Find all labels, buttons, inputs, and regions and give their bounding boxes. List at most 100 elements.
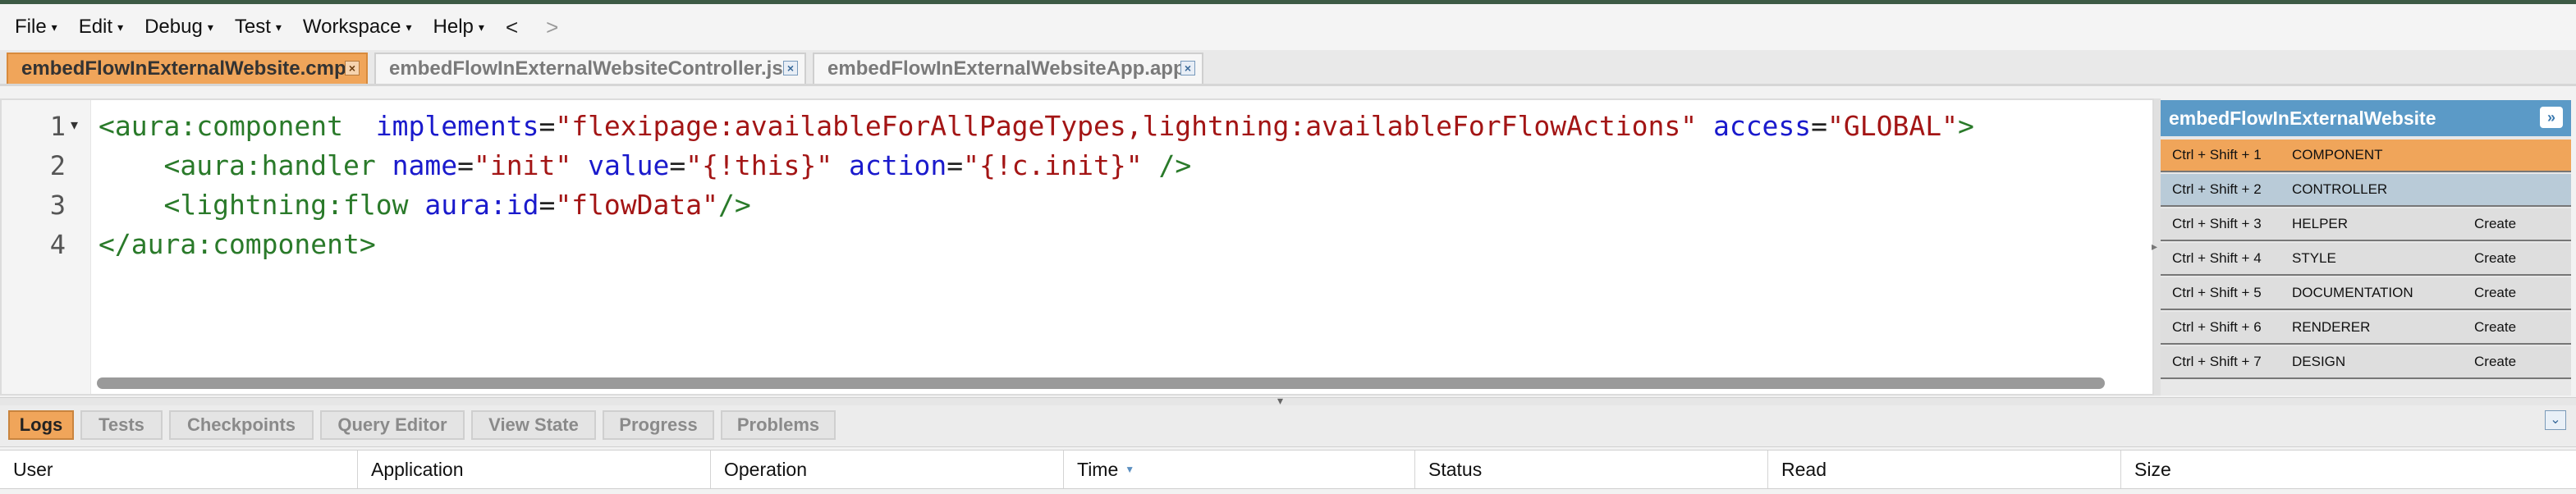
code-token-str: "flowData" <box>555 189 718 221</box>
caret-down-icon: ▾ <box>51 20 57 34</box>
caret-down-icon: ▾ <box>275 20 282 34</box>
column-status[interactable]: Status <box>1415 451 1768 488</box>
code-line[interactable]: </aura:component> <box>99 225 376 264</box>
bundle-row-helper[interactable]: Ctrl + Shift + 3 HELPER Create <box>2161 208 2571 241</box>
back-arrow-icon[interactable]: < <box>506 15 518 40</box>
fold-arrow-icon[interactable]: ▾ <box>71 117 78 134</box>
bundle-row-style[interactable]: Ctrl + Shift + 4 STYLE Create <box>2161 243 2571 276</box>
code-token-tag: /> <box>718 189 751 221</box>
code-token-eq: = <box>457 149 474 181</box>
code-line[interactable]: <lightning:flow aura:id="flowData"/> <box>99 185 751 225</box>
code-token-tag: </aura:component> <box>99 228 376 260</box>
code-token-eq <box>1697 110 1713 142</box>
tab-cmp-file[interactable]: embedFlowInExternalWebsite.cmp × <box>7 53 368 84</box>
menu-debug[interactable]: Debug ▾ <box>144 16 213 39</box>
code-token-attr: value <box>588 149 670 181</box>
menu-file-label: File <box>15 16 47 38</box>
menu-edit[interactable]: Edit ▾ <box>79 16 123 39</box>
forward-arrow-icon[interactable]: > <box>546 15 558 40</box>
tab-checkpoints[interactable]: Checkpoints <box>169 410 314 440</box>
bundle-row-component[interactable]: Ctrl + Shift + 1 COMPONENT <box>2161 140 2571 172</box>
code-token-str: "init" <box>473 149 572 181</box>
expand-handle-icon[interactable]: ▸ <box>2152 240 2157 254</box>
shortcut-label: Ctrl + Shift + 6 <box>2172 319 2262 335</box>
code-line[interactable]: <aura:handler name="init" value="{!this}… <box>99 146 1191 185</box>
tab-tests[interactable]: Tests <box>80 410 163 440</box>
caret-down-icon: ▾ <box>207 20 213 34</box>
tab-progress[interactable]: Progress <box>603 410 714 440</box>
bundle-row-renderer[interactable]: Ctrl + Shift + 6 RENDERER Create <box>2161 312 2571 345</box>
bottom-tab-bar: Logs Tests Checkpoints Query Editor View… <box>0 405 2576 447</box>
tab-query-editor[interactable]: Query Editor <box>320 410 465 440</box>
line-number: 1 <box>49 111 66 142</box>
shortcut-label: Ctrl + Shift + 4 <box>2172 250 2262 266</box>
menu-file[interactable]: File ▾ <box>15 16 57 39</box>
tab-problems[interactable]: Problems <box>721 410 836 440</box>
collapse-panel-icon[interactable]: » <box>2540 107 2563 128</box>
tab-logs[interactable]: Logs <box>8 410 74 440</box>
column-size[interactable]: Size <box>2121 451 2576 488</box>
tab-app-file[interactable]: embedFlowInExternalWebsiteApp.app × <box>813 53 1203 84</box>
code-token-str: "{!c.init}" <box>963 149 1143 181</box>
code-token-eq: = <box>1811 110 1828 142</box>
create-link[interactable]: Create <box>2474 285 2565 301</box>
close-icon[interactable]: × <box>1180 61 1195 75</box>
bundle-name: HELPER <box>2292 216 2349 231</box>
code-token-tag: > <box>1958 110 1974 142</box>
bundle-name: CONTROLLER <box>2292 181 2388 197</box>
bundle-row-documentation[interactable]: Ctrl + Shift + 5 DOCUMENTATION Create <box>2161 277 2571 310</box>
code-token-attr: name <box>392 149 458 181</box>
bundle-name: DOCUMENTATION <box>2292 285 2413 300</box>
code-token-eq <box>832 149 849 181</box>
create-link[interactable]: Create <box>2474 250 2565 267</box>
line-number-gutter: 1 ▾ 2 3 4 <box>2 100 91 394</box>
code-token-eq: = <box>669 149 686 181</box>
file-tab-bar: embedFlowInExternalWebsite.cmp × embedFl… <box>0 50 2576 86</box>
code-line[interactable]: <aura:component implements="flexipage:av… <box>99 107 1974 146</box>
column-read[interactable]: Read <box>1768 451 2121 488</box>
code-token-attr: action <box>848 149 947 181</box>
menu-bar: File ▾ Edit ▾ Debug ▾ Test ▾ Workspace ▾ Help… <box>0 4 2576 50</box>
create-link[interactable]: Create <box>2474 354 2565 370</box>
bundle-side-panel: embedFlowInExternalWebsite » Ctrl + Shif… <box>2161 100 2571 396</box>
close-icon[interactable]: × <box>345 61 360 75</box>
side-panel-header: embedFlowInExternalWebsite » <box>2161 100 2571 136</box>
menu-test[interactable]: Test ▾ <box>235 16 282 39</box>
column-operation[interactable]: Operation <box>711 451 1064 488</box>
code-token-tag: <lightning:flow <box>99 189 425 221</box>
bundle-row-design[interactable]: Ctrl + Shift + 7 DESIGN Create <box>2161 346 2571 379</box>
column-time-label: Time <box>1077 458 1119 480</box>
bundle-name: COMPONENT <box>2292 147 2383 162</box>
code-token-str: "flexipage:availableForAllPageTypes,ligh… <box>555 110 1698 142</box>
close-icon[interactable]: × <box>783 61 798 75</box>
code-editor[interactable]: 1 ▾ 2 3 4 <aura:component implements="fl… <box>0 98 2154 396</box>
side-panel-title: embedFlowInExternalWebsite <box>2169 107 2436 129</box>
bundle-row-controller[interactable]: Ctrl + Shift + 2 CONTROLLER <box>2161 174 2571 207</box>
column-application[interactable]: Application <box>358 451 711 488</box>
code-token-tag: /> <box>1142 149 1192 181</box>
menu-workspace-label: Workspace <box>302 16 401 38</box>
sort-desc-icon[interactable]: ▼ <box>1125 464 1134 475</box>
create-link[interactable]: Create <box>2474 319 2565 336</box>
code-token-eq: = <box>539 189 556 221</box>
caret-down-icon: ▾ <box>478 20 484 34</box>
column-user[interactable]: User <box>0 451 358 488</box>
tab-view-state[interactable]: View State <box>471 410 596 440</box>
menu-test-label: Test <box>234 16 271 38</box>
code-token-tag: <aura:handler <box>99 149 392 181</box>
menu-debug-label: Debug <box>144 16 203 38</box>
menu-workspace[interactable]: Workspace ▾ <box>303 16 412 39</box>
column-time[interactable]: Time ▼ <box>1064 451 1415 488</box>
code-token-str: "GLOBAL" <box>1827 110 1958 142</box>
create-link[interactable]: Create <box>2474 216 2565 232</box>
code-token-attr: aura:id <box>424 189 539 221</box>
menu-help[interactable]: Help ▾ <box>433 16 484 39</box>
shortcut-label: Ctrl + Shift + 2 <box>2172 181 2262 197</box>
tab-label: embedFlowInExternalWebsiteApp.app <box>827 57 1185 80</box>
tab-controller-file[interactable]: embedFlowInExternalWebsiteController.js … <box>374 53 806 84</box>
collapse-bottom-icon[interactable]: ⌄ <box>2545 410 2566 430</box>
horizontal-scrollbar[interactable] <box>92 376 2152 391</box>
scrollbar-thumb[interactable] <box>97 377 2105 389</box>
line-number: 3 <box>49 190 66 221</box>
shortcut-label: Ctrl + Shift + 7 <box>2172 354 2262 369</box>
